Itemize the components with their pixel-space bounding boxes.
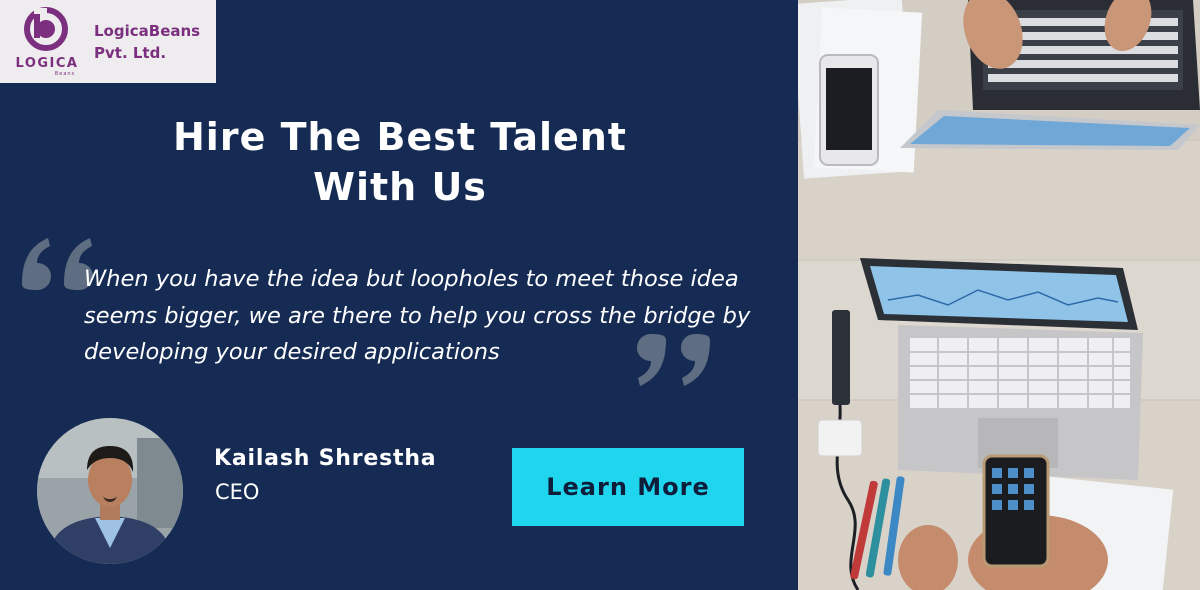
logicabeans-logo-icon: LOGICA Beans [16, 7, 79, 77]
learn-more-button[interactable]: Learn More [512, 448, 744, 526]
promo-panel: LOGICA Beans LogicaBeans Pvt. Ltd. Hire … [0, 0, 798, 590]
close-quote-icon [637, 334, 710, 386]
workspace-illustration [798, 0, 1200, 590]
logo-wordmark: LOGICA [16, 56, 79, 71]
page-title-line2: With Us [313, 165, 487, 209]
person-photo [37, 418, 183, 564]
logo-box[interactable]: LOGICA Beans LogicaBeans Pvt. Ltd. [0, 0, 216, 83]
person-role: CEO [215, 480, 260, 504]
avatar [37, 418, 183, 564]
company-name-line2: Pvt. Ltd. [94, 44, 167, 62]
workspace-photo [798, 0, 1200, 590]
logo-subwordmark: Beans [55, 71, 75, 77]
person-name: Kailash Shrestha [214, 446, 437, 471]
page-title-line1: Hire The Best Talent [173, 115, 627, 159]
page-title: Hire The Best Talent With Us [90, 112, 710, 212]
company-name-line1: LogicaBeans [94, 22, 201, 40]
company-name: LogicaBeans Pvt. Ltd. [94, 20, 200, 64]
